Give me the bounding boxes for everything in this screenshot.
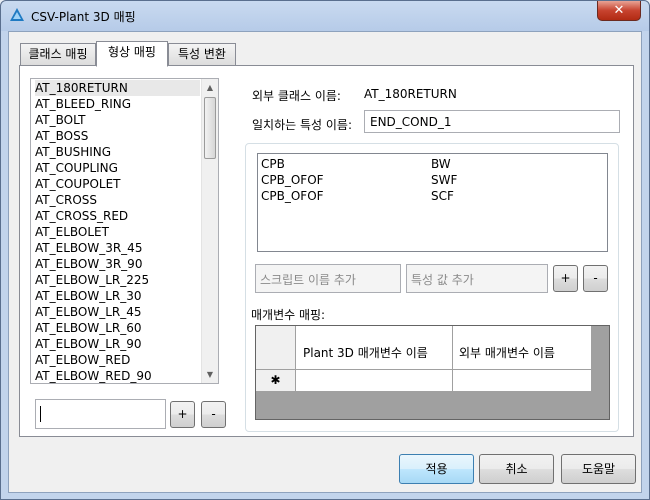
plant3d-app-icon [10,8,24,21]
tab-class-mapping[interactable]: 클래스 매핑 [20,43,96,65]
new-row-external-cell[interactable] [453,370,592,392]
class-list-item[interactable]: AT_ELBOW_LR_60 [35,320,200,336]
grid-column-header[interactable]: Plant 3D 매개변수 이름 [296,326,453,370]
value-row-script[interactable]: CPB_OFOF [261,188,421,204]
cancel-button[interactable]: 취소 [479,454,554,484]
add-class-button[interactable]: + [170,401,195,428]
value-row-script[interactable]: CPB_OFOF [261,172,421,188]
title-bar[interactable]: CSV-Plant 3D 매핑 ✕ [1,1,649,31]
external-class-label: 외부 클래스 이름: [252,89,341,103]
add-value-button[interactable]: + [553,265,578,292]
close-icon: ✕ [613,3,625,18]
value-row-property[interactable]: SCF [431,188,551,204]
match-property-value: END_COND_1 [370,115,452,129]
cancel-label: 취소 [505,462,528,476]
class-list-item[interactable]: AT_ELBOW_3R_45 [35,240,200,256]
tab-shape-mapping[interactable]: 형상 매핑 [96,41,168,67]
column-header-plant3d: Plant 3D 매개변수 이름 [303,346,428,360]
class-list-item[interactable]: AT_COUPLING [35,160,200,176]
plus-icon: + [177,407,188,421]
grid-corner-header [256,326,296,370]
class-list-item[interactable]: AT_BOSS [35,128,200,144]
new-row-header[interactable]: ✱ [256,370,296,392]
tab-property-conversion[interactable]: 특성 변환 [168,43,236,65]
column-header-external: 외부 매개변수 이름 [459,346,555,360]
class-list-item[interactable]: AT_ELBOW_LR_45 [35,304,200,320]
class-list-item[interactable]: AT_BUSHING [35,144,200,160]
client-area: 클래스 매핑 형상 매핑 특성 변환 AT_180RETURN AT_BLEED_… [8,31,642,493]
match-property-input[interactable]: END_COND_1 [364,110,620,133]
class-list-item[interactable]: AT_ELBOW_RED [35,352,200,368]
class-list-item[interactable]: AT_ELBOW_LR_90 [35,336,200,352]
class-list-item[interactable]: AT_CROSS [35,192,200,208]
script-name-input[interactable]: 스크립트 이름 추가 [255,264,401,293]
help-button[interactable]: 도움말 [561,454,636,484]
class-list-scrollbar[interactable]: ▲ ▼ [201,79,218,383]
window-title: CSV-Plant 3D 매핑 [31,10,136,24]
minus-icon: - [593,271,598,285]
new-row-plant3d-cell[interactable] [296,370,453,392]
property-value-input[interactable]: 특성 값 추가 [406,264,548,293]
text-caret [40,406,41,422]
remove-class-button[interactable]: - [201,401,226,428]
script-name-placeholder: 스크립트 이름 추가 [260,273,356,287]
grid-column-header[interactable]: 외부 매개변수 이름 [453,326,592,370]
parameter-mapping-label: 매개변수 매핑: [251,308,326,322]
class-list-item[interactable]: AT_COUPOLET [35,176,200,192]
class-list-item[interactable]: AT_ELBOW_LR_30 [35,288,200,304]
remove-value-button[interactable]: - [583,265,608,292]
value-row-property[interactable]: SWF [431,172,551,188]
scroll-up-icon[interactable]: ▲ [202,79,218,96]
dialog-window: CSV-Plant 3D 매핑 ✕ 클래스 매핑 형상 매핑 특성 변환 AT_… [0,0,650,500]
scroll-thumb[interactable] [204,97,216,159]
class-list-item[interactable]: AT_CROSS_RED [35,208,200,224]
class-list-item[interactable]: AT_ELBOW_LR_225 [35,272,200,288]
minus-icon: - [211,407,216,421]
close-button[interactable]: ✕ [597,1,641,21]
new-row-icon: ✱ [270,373,281,387]
class-list-item[interactable]: AT_BOLT [35,112,200,128]
scroll-down-icon[interactable]: ▼ [202,366,218,383]
apply-label: 적용 [425,462,448,476]
match-property-label: 일치하는 특성 이름: [252,118,352,132]
value-row-script[interactable]: CPB [261,156,421,172]
class-list-item[interactable]: AT_ELBOW_RED_90 [35,368,200,383]
external-class-value: AT_180RETURN [364,87,457,101]
class-list-item[interactable]: AT_ELBOLET [35,224,200,240]
parameter-mapping-grid[interactable]: Plant 3D 매개변수 이름 외부 매개변수 이름 ✱ [255,325,610,420]
property-value-placeholder: 특성 값 추가 [411,273,474,287]
new-class-input[interactable] [35,399,166,429]
tab-label: 클래스 매핑 [28,47,88,61]
mapping-groupbox: CPB BW CPB_OFOF SWF CPB_OFOF SCF 스크립트 이름 추가 특… [245,143,619,432]
plus-icon: + [560,271,571,285]
class-listbox[interactable]: AT_180RETURN AT_BLEED_RING AT_BOLT AT_BOSS A… [30,78,219,384]
value-row-property[interactable]: BW [431,156,551,172]
tab-label: 특성 변환 [178,47,226,61]
class-list-item[interactable]: AT_ELBOW_3R_90 [35,256,200,272]
value-mapping-list[interactable]: CPB BW CPB_OFOF SWF CPB_OFOF SCF [257,153,608,252]
class-list-item[interactable]: AT_180RETURN [35,80,200,96]
tab-label: 형상 매핑 [108,45,156,59]
tab-panel-shape-mapping: AT_180RETURN AT_BLEED_RING AT_BOLT AT_BOSS A… [19,65,634,437]
apply-button[interactable]: 적용 [399,454,474,484]
help-label: 도움말 [581,462,616,476]
class-list-item[interactable]: AT_BLEED_RING [35,96,200,112]
